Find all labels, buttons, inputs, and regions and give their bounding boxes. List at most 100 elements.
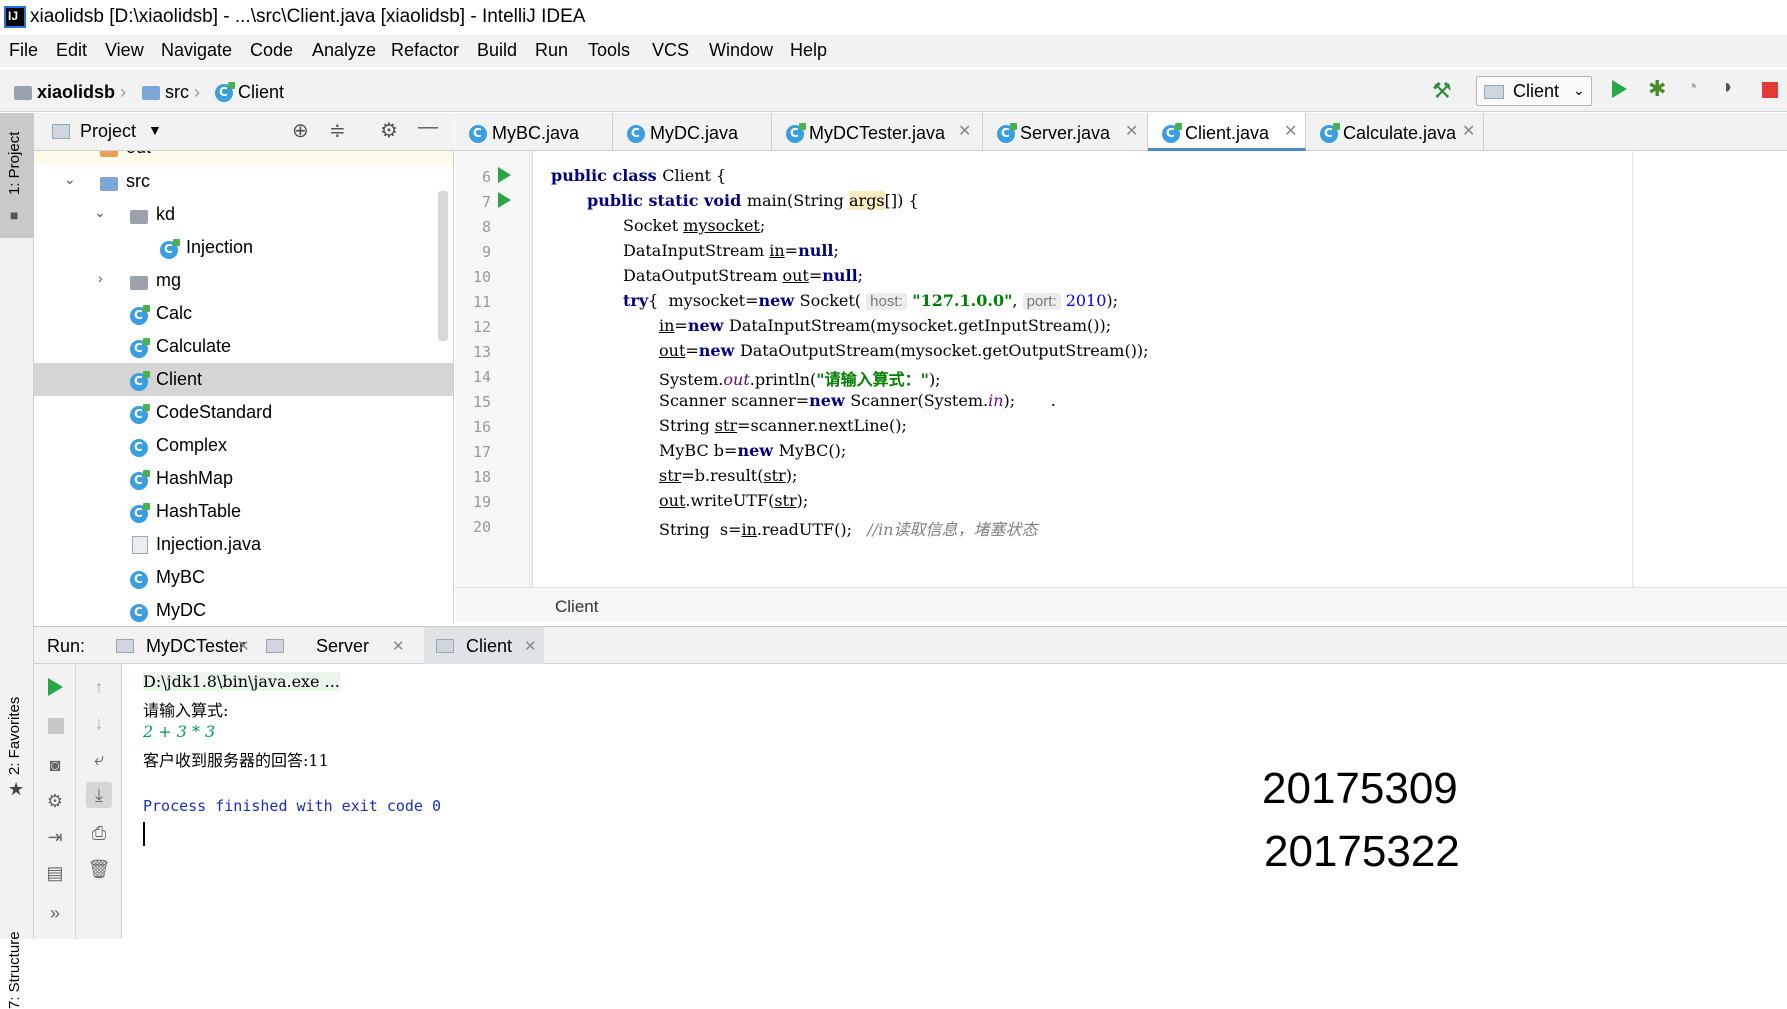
scroll-to-end-icon[interactable]: ⤓ xyxy=(86,782,112,808)
menu-analyze[interactable]: Analyze xyxy=(312,40,376,61)
tab-server[interactable]: Server.java ✕ xyxy=(983,113,1148,151)
menu-run[interactable]: Run xyxy=(535,40,568,61)
breadcrumb-client[interactable]: Client xyxy=(215,82,284,103)
soft-wrap-icon[interactable]: ⤶ xyxy=(86,746,112,772)
expand-icon[interactable]: » xyxy=(42,900,68,926)
class-icon xyxy=(130,470,150,491)
java-file-icon xyxy=(132,536,148,554)
menu-build[interactable]: Build xyxy=(477,40,517,61)
stop-icon[interactable] xyxy=(1762,82,1778,98)
menu-refactor[interactable]: Refactor xyxy=(391,40,459,61)
tree-item-injection-java[interactable]: Injection.java xyxy=(34,528,453,561)
tree-item-hashtable[interactable]: HashTable xyxy=(34,495,453,528)
tree-item-src[interactable]: ⌄ src xyxy=(34,165,453,198)
project-panel-title[interactable]: Project xyxy=(80,121,136,142)
close-icon[interactable]: ✕ xyxy=(1125,121,1138,141)
arrow-down-icon[interactable]: ↓ xyxy=(86,710,112,736)
menu-vcs[interactable]: VCS xyxy=(652,40,689,61)
trash-icon[interactable]: 🗑 xyxy=(86,856,112,882)
favorites-tool-tab[interactable]: 2: Favorites xyxy=(6,697,23,775)
menu-edit[interactable]: Edit xyxy=(56,40,87,61)
project-tree: › out ⌄ src ⌄ kd Injection › mg Calc Cal… xyxy=(34,151,454,624)
config-icon xyxy=(1484,85,1504,99)
tree-item-codestandard[interactable]: CodeStandard xyxy=(34,396,453,429)
exit-icon[interactable]: ⇥ xyxy=(42,824,68,850)
menu-help[interactable]: Help xyxy=(790,40,827,61)
tree-item-kd[interactable]: ⌄ kd xyxy=(34,198,453,231)
stop-icon[interactable] xyxy=(48,718,64,734)
tree-item-hashmap[interactable]: HashMap xyxy=(34,462,453,495)
debug-bug-icon[interactable]: ✱ xyxy=(1648,76,1666,102)
tree-item-out[interactable]: › out xyxy=(34,151,453,164)
gear-icon[interactable]: ⚙ xyxy=(42,788,68,814)
tab-calculate[interactable]: Calculate.java ✕ xyxy=(1306,113,1484,151)
breadcrumb-src[interactable]: src › xyxy=(142,82,200,103)
menu-code[interactable]: Code xyxy=(250,40,293,61)
code-line-6: public class Client { xyxy=(551,166,727,185)
console-command-line: D:\jdk1.8\bin\java.exe ... xyxy=(143,672,340,691)
text-cursor xyxy=(143,822,145,846)
line-number: 7 xyxy=(481,193,491,211)
structure-tool-tab[interactable]: 7: Structure xyxy=(6,931,23,1009)
class-icon xyxy=(130,371,150,392)
menu-window[interactable]: Window xyxy=(709,40,773,61)
chevron-down-icon: ⌄ xyxy=(94,204,106,220)
rerun-icon[interactable] xyxy=(48,678,63,696)
minimize-icon[interactable]: — xyxy=(418,116,438,139)
tree-item-calc[interactable]: Calc xyxy=(34,297,453,330)
run-tab-server[interactable]: Server ✕ xyxy=(254,627,414,664)
close-icon[interactable]: ✕ xyxy=(237,637,250,655)
camera-icon[interactable]: ◙ xyxy=(42,752,68,778)
chevron-down-icon[interactable]: ▼ xyxy=(148,122,162,138)
gear-icon[interactable]: ⚙ xyxy=(380,118,398,143)
collapse-all-icon[interactable]: ≑ xyxy=(329,118,346,143)
tab-mydctester[interactable]: MyDCTester.java ✕ xyxy=(772,113,983,151)
line-number: 10 xyxy=(472,268,491,286)
tree-item-mybc[interactable]: MyBC xyxy=(34,561,453,594)
coverage-icon[interactable]: ◗ xyxy=(1722,76,1734,99)
menu-view[interactable]: View xyxy=(105,40,144,61)
editor-breadcrumb-bar: Client xyxy=(455,587,1787,623)
menu-tools[interactable]: Tools xyxy=(588,40,630,61)
tab-mydc[interactable]: MyDC.java xyxy=(613,113,772,151)
run-gutter-icon[interactable] xyxy=(498,192,511,208)
tab-client[interactable]: Client.java ✕ xyxy=(1148,113,1306,151)
locate-icon[interactable]: ⊕ xyxy=(292,118,309,143)
code-editor[interactable]: public class Client { public static void… xyxy=(531,151,1631,587)
student-id-2: 20175322 xyxy=(1264,827,1460,876)
breadcrumb-project[interactable]: xiaolidsb › xyxy=(14,82,126,103)
close-icon[interactable]: ✕ xyxy=(392,637,405,655)
close-icon[interactable]: ✕ xyxy=(524,637,537,655)
line-number: 18 xyxy=(472,468,491,486)
run-gutter-icon[interactable] xyxy=(498,167,511,183)
chevron-down-icon: ⌄ xyxy=(64,171,76,187)
run-tab-mydctester[interactable]: MyDCTester ✕ xyxy=(104,627,254,664)
build-hammer-icon[interactable]: ⚒ xyxy=(1432,78,1452,104)
run-config-dropdown[interactable]: Client ⌄ xyxy=(1476,76,1592,106)
layout-icon[interactable]: ▤ xyxy=(42,860,68,886)
tree-item-injection[interactable]: Injection xyxy=(34,231,453,264)
project-folder-icon xyxy=(14,86,32,101)
run-tab-client[interactable]: Client ✕ xyxy=(424,627,544,664)
tree-item-mg[interactable]: › mg xyxy=(34,264,453,297)
run-icon[interactable] xyxy=(1612,80,1627,98)
menu-file[interactable]: File xyxy=(9,40,38,61)
tree-item-client[interactable]: Client xyxy=(34,363,453,396)
close-icon[interactable]: ✕ xyxy=(958,121,971,141)
run-console[interactable]: D:\jdk1.8\bin\java.exe ... 请输入算式: 2 + 3 … xyxy=(122,664,1787,939)
tab-mybc[interactable]: MyBC.java xyxy=(455,113,613,151)
class-icon xyxy=(627,125,645,144)
arrow-up-icon[interactable]: ↑ xyxy=(86,674,112,700)
tree-item-calculate[interactable]: Calculate xyxy=(34,330,453,363)
menu-navigate[interactable]: Navigate xyxy=(161,40,232,61)
tree-item-complex[interactable]: Complex xyxy=(34,429,453,462)
class-icon xyxy=(997,123,1017,144)
close-icon[interactable]: ✕ xyxy=(1462,121,1475,141)
profile-icon[interactable]: ◔ xyxy=(1686,76,1698,99)
class-icon xyxy=(1320,123,1340,144)
editor-breadcrumb[interactable]: Client xyxy=(555,597,598,617)
tree-scrollbar[interactable] xyxy=(438,191,448,341)
close-icon[interactable]: ✕ xyxy=(1284,121,1297,141)
tree-item-mydc[interactable]: MyDC xyxy=(34,594,453,624)
print-icon[interactable]: ⎙ xyxy=(86,820,112,846)
